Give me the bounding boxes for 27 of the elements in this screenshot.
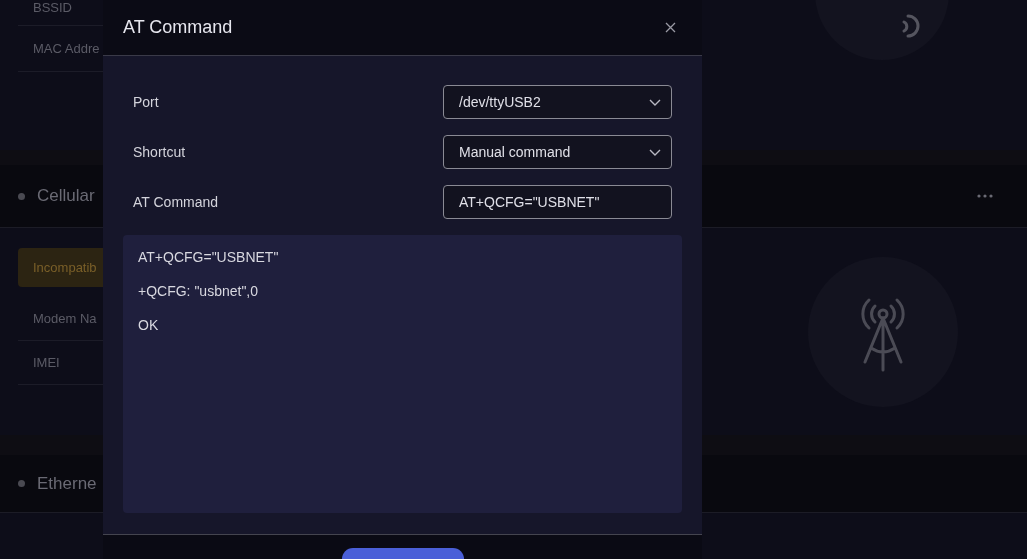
output-line: OK [138, 316, 160, 334]
field-label: IMEI [33, 355, 60, 370]
field-label: Shortcut [133, 144, 186, 160]
wifi-icon [900, 14, 921, 38]
output-line: AT+QCFG="USBNET" [138, 248, 280, 266]
send-button[interactable] [341, 548, 464, 559]
output-line: +QCFG: "usbnet",0 [138, 282, 260, 300]
field-label: Modem Na [33, 311, 97, 326]
dropdown-value: Manual command [459, 144, 571, 160]
close-button[interactable] [665, 22, 676, 33]
field-label: Port [133, 94, 159, 110]
chevron-down-icon [649, 148, 661, 156]
close-icon [665, 22, 676, 33]
status-dot [18, 480, 25, 487]
status-dot [18, 192, 25, 200]
more-icon [977, 194, 993, 198]
field-label: MAC Addre [33, 41, 100, 56]
input-field[interactable]: AT+QCFG="USBNET" [443, 185, 672, 219]
field-label: AT Command [133, 194, 219, 210]
dropdown-value: /dev/ttyUSB2 [459, 94, 541, 110]
chevron-down-icon [649, 98, 661, 106]
section-title: Cellular [37, 186, 95, 206]
dropdown[interactable]: Manual command [443, 135, 672, 169]
section-title: Etherne [37, 473, 97, 494]
dropdown[interactable]: /dev/ttyUSB2 [443, 85, 672, 119]
modal-title: AT Command [123, 17, 233, 38]
field-label: BSSID [33, 0, 72, 15]
